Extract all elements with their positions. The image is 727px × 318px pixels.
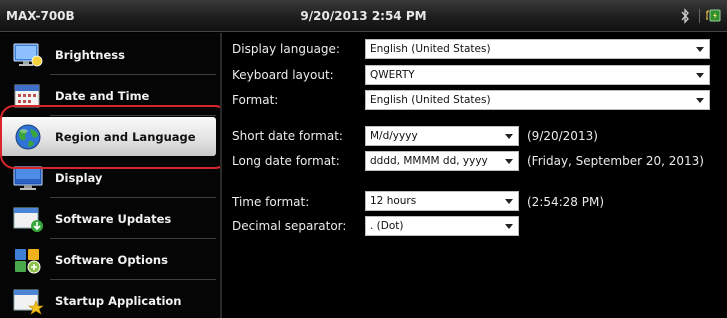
chevron-down-icon xyxy=(505,199,513,204)
keyboard-layout-dropdown[interactable]: QWERTY xyxy=(365,65,710,85)
chevron-down-icon xyxy=(696,47,704,52)
time-format-example: (2:54:28 PM) xyxy=(527,195,605,209)
display-language-dropdown[interactable]: English (United States) xyxy=(365,39,710,59)
format-dropdown[interactable]: English (United States) xyxy=(365,90,710,110)
software-options-icon xyxy=(15,249,41,274)
short-date-example: (9/20/2013) xyxy=(527,129,598,143)
long-date-format-dropdown[interactable]: dddd, MMMM dd, yyyy xyxy=(365,151,519,171)
sidebar-item-software-updates[interactable]: Software Updates xyxy=(0,199,216,239)
chevron-down-icon xyxy=(505,224,513,229)
sidebar-item-label: Software Options xyxy=(55,253,168,267)
status-separator xyxy=(699,9,700,23)
sidebar-item-label: Startup Application xyxy=(55,294,182,308)
chevron-down-icon xyxy=(505,134,513,139)
decimal-separator-value: . (Dot) xyxy=(370,220,404,232)
divider xyxy=(50,74,216,75)
decimal-separator-dropdown[interactable]: . (Dot) xyxy=(365,216,519,236)
divider xyxy=(50,279,216,280)
bluetooth-icon[interactable] xyxy=(679,8,691,24)
long-date-format-label: Long date format: xyxy=(232,154,340,168)
display-language-value: English (United States) xyxy=(370,43,491,55)
region-language-form: Display language: English (United States… xyxy=(222,33,727,318)
sidebar: Brightness Date and Time Region and Lang… xyxy=(0,33,229,318)
time-format-dropdown[interactable]: 12 hours xyxy=(365,191,519,211)
globe-icon xyxy=(15,124,41,150)
short-date-format-value: M/d/yyyy xyxy=(370,130,418,142)
long-date-format-value: dddd, MMMM dd, yyyy xyxy=(370,155,488,167)
display-language-label: Display language: xyxy=(232,42,340,56)
keyboard-layout-value: QWERTY xyxy=(370,69,415,81)
time-format-label: Time format: xyxy=(232,195,310,209)
decimal-separator-label: Decimal separator: xyxy=(232,219,347,233)
clock: 9/20/2013 2:54 PM xyxy=(300,9,427,23)
format-value: English (United States) xyxy=(370,94,491,106)
divider xyxy=(50,238,216,239)
sidebar-item-software-options[interactable]: Software Options xyxy=(0,240,216,280)
format-label: Format: xyxy=(232,93,279,107)
battery-charging-icon[interactable] xyxy=(705,9,721,22)
sidebar-item-display[interactable]: Display xyxy=(0,158,216,198)
divider xyxy=(50,115,216,116)
sidebar-item-brightness[interactable]: Brightness xyxy=(0,35,216,75)
title-bar: MAX-700B 9/20/2013 2:54 PM xyxy=(0,0,727,32)
long-date-example: (Friday, September 20, 2013) xyxy=(527,154,704,168)
short-date-format-label: Short date format: xyxy=(232,129,343,143)
sidebar-item-region-and-language[interactable]: Region and Language xyxy=(0,117,216,156)
software-updates-icon xyxy=(13,207,43,232)
chevron-down-icon xyxy=(696,98,704,103)
sidebar-item-label: Software Updates xyxy=(55,212,172,226)
brightness-icon xyxy=(13,43,43,67)
calendar-icon xyxy=(14,84,40,108)
sidebar-item-date-and-time[interactable]: Date and Time xyxy=(0,76,216,116)
short-date-format-dropdown[interactable]: M/d/yyyy xyxy=(365,126,519,146)
time-format-value: 12 hours xyxy=(370,195,417,207)
display-icon xyxy=(13,166,43,190)
sidebar-item-label: Date and Time xyxy=(55,89,150,103)
sidebar-item-startup-application[interactable]: Startup Application xyxy=(0,281,216,318)
sidebar-item-label: Display xyxy=(55,171,103,185)
divider xyxy=(50,197,216,198)
chevron-down-icon xyxy=(505,159,513,164)
sidebar-item-label: Brightness xyxy=(55,48,125,62)
startup-application-icon xyxy=(13,289,44,315)
keyboard-layout-label: Keyboard layout: xyxy=(232,68,334,82)
chevron-down-icon xyxy=(696,73,704,78)
sidebar-item-label: Region and Language xyxy=(55,130,196,144)
